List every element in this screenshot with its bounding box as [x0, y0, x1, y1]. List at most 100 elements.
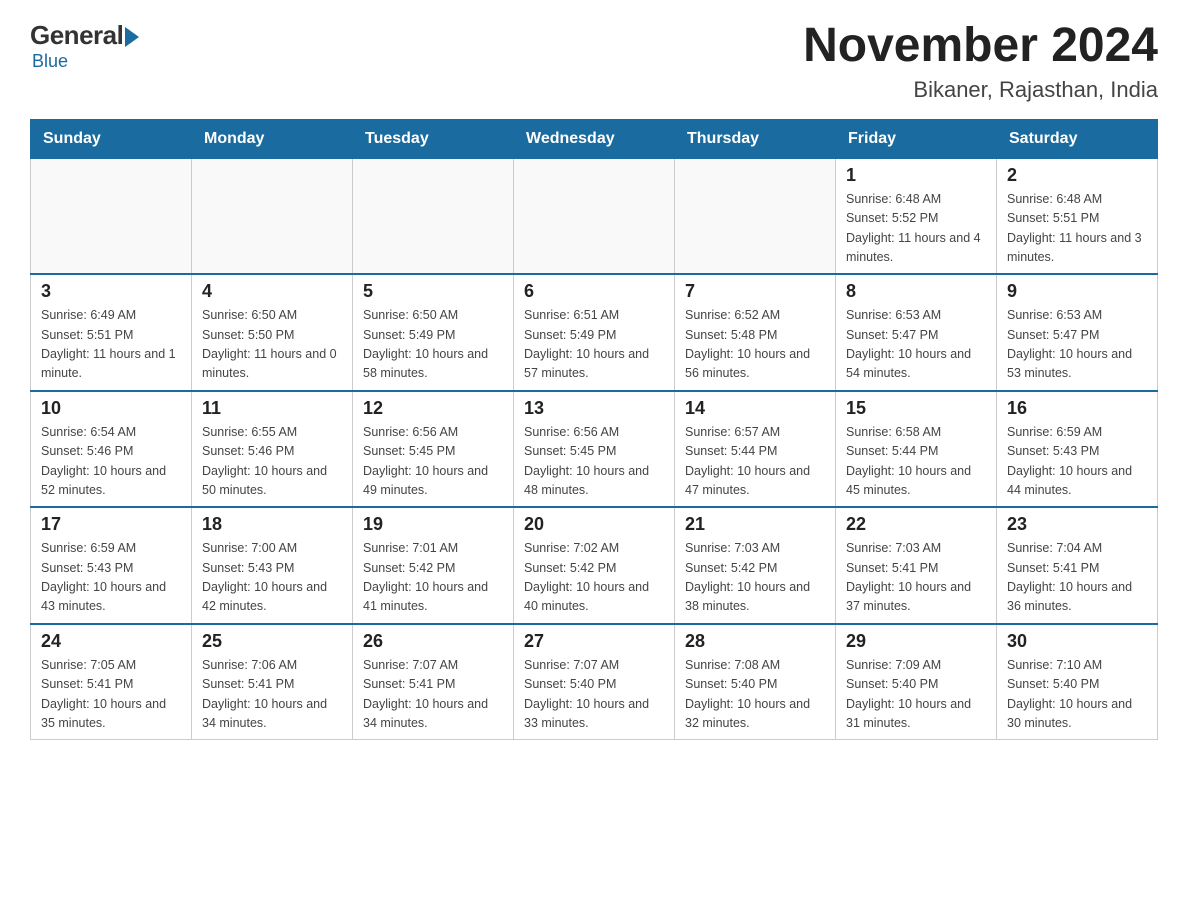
calendar-cell: 20Sunrise: 7:02 AMSunset: 5:42 PMDayligh…	[514, 507, 675, 624]
calendar-cell: 6 Sunrise: 6:51 AMSunset: 5:49 PMDaylight…	[514, 274, 675, 391]
header-sunday: Sunday	[31, 119, 192, 158]
day-number: 9	[1007, 281, 1147, 302]
calendar-cell: 9 Sunrise: 6:53 AMSunset: 5:47 PMDaylight…	[997, 274, 1158, 391]
day-info: Sunrise: 6:56 AMSunset: 5:45 PMDaylight:…	[524, 423, 664, 501]
day-info: Sunrise: 6:51 AMSunset: 5:49 PMDaylight:…	[524, 306, 664, 384]
day-number: 12	[363, 398, 503, 419]
day-info: Sunrise: 7:03 AMSunset: 5:42 PMDaylight:…	[685, 539, 825, 617]
day-info: Sunrise: 6:50 AMSunset: 5:50 PMDaylight:…	[202, 306, 342, 384]
day-info: Sunrise: 7:04 AMSunset: 5:41 PMDaylight:…	[1007, 539, 1147, 617]
header-saturday: Saturday	[997, 119, 1158, 158]
header-thursday: Thursday	[675, 119, 836, 158]
day-info: Sunrise: 6:52 AMSunset: 5:48 PMDaylight:…	[685, 306, 825, 384]
day-info: Sunrise: 7:08 AMSunset: 5:40 PMDaylight:…	[685, 656, 825, 734]
day-info: Sunrise: 6:49 AMSunset: 5:51 PMDaylight:…	[41, 306, 181, 384]
calendar-cell: 7 Sunrise: 6:52 AMSunset: 5:48 PMDaylight…	[675, 274, 836, 391]
day-info: Sunrise: 6:48 AMSunset: 5:52 PMDaylight:…	[846, 190, 986, 268]
day-number: 23	[1007, 514, 1147, 535]
calendar-cell: 13 Sunrise: 6:56 AMSunset: 5:45 PMDayligh…	[514, 391, 675, 508]
day-number: 3	[41, 281, 181, 302]
calendar-cell: 11Sunrise: 6:55 AMSunset: 5:46 PMDayligh…	[192, 391, 353, 508]
day-info: Sunrise: 6:59 AMSunset: 5:43 PMDaylight:…	[1007, 423, 1147, 501]
calendar-cell	[192, 158, 353, 274]
day-number: 5	[363, 281, 503, 302]
calendar-week-row: 1 Sunrise: 6:48 AMSunset: 5:52 PMDaylight…	[31, 158, 1158, 274]
calendar-cell: 26Sunrise: 7:07 AMSunset: 5:41 PMDayligh…	[353, 624, 514, 740]
day-number: 7	[685, 281, 825, 302]
calendar-title-block: November 2024 Bikaner, Rajasthan, India	[803, 20, 1158, 103]
page-header: General Blue November 2024 Bikaner, Raja…	[30, 20, 1158, 103]
calendar-cell: 5Sunrise: 6:50 AMSunset: 5:49 PMDaylight…	[353, 274, 514, 391]
calendar-cell: 17 Sunrise: 6:59 AMSunset: 5:43 PMDayligh…	[31, 507, 192, 624]
calendar-cell: 12 Sunrise: 6:56 AMSunset: 5:45 PMDayligh…	[353, 391, 514, 508]
day-number: 22	[846, 514, 986, 535]
day-number: 26	[363, 631, 503, 652]
logo-general-text: General	[30, 20, 123, 51]
calendar-cell: 3 Sunrise: 6:49 AMSunset: 5:51 PMDaylight…	[31, 274, 192, 391]
day-info: Sunrise: 6:53 AMSunset: 5:47 PMDaylight:…	[1007, 306, 1147, 384]
day-info: Sunrise: 6:59 AMSunset: 5:43 PMDaylight:…	[41, 539, 181, 617]
day-info: Sunrise: 7:05 AMSunset: 5:41 PMDaylight:…	[41, 656, 181, 734]
calendar-cell: 28 Sunrise: 7:08 AMSunset: 5:40 PMDayligh…	[675, 624, 836, 740]
day-number: 10	[41, 398, 181, 419]
day-number: 27	[524, 631, 664, 652]
day-number: 19	[363, 514, 503, 535]
day-number: 14	[685, 398, 825, 419]
day-info: Sunrise: 7:07 AMSunset: 5:40 PMDaylight:…	[524, 656, 664, 734]
day-number: 8	[846, 281, 986, 302]
day-number: 13	[524, 398, 664, 419]
header-tuesday: Tuesday	[353, 119, 514, 158]
calendar-cell: 16 Sunrise: 6:59 AMSunset: 5:43 PMDayligh…	[997, 391, 1158, 508]
calendar-cell: 21Sunrise: 7:03 AMSunset: 5:42 PMDayligh…	[675, 507, 836, 624]
calendar-cell	[514, 158, 675, 274]
day-number: 11	[202, 398, 342, 419]
calendar-cell: 18 Sunrise: 7:00 AMSunset: 5:43 PMDayligh…	[192, 507, 353, 624]
day-info: Sunrise: 7:03 AMSunset: 5:41 PMDaylight:…	[846, 539, 986, 617]
day-number: 1	[846, 165, 986, 186]
day-info: Sunrise: 6:58 AMSunset: 5:44 PMDaylight:…	[846, 423, 986, 501]
calendar-cell: 25Sunrise: 7:06 AMSunset: 5:41 PMDayligh…	[192, 624, 353, 740]
day-info: Sunrise: 7:02 AMSunset: 5:42 PMDaylight:…	[524, 539, 664, 617]
day-number: 18	[202, 514, 342, 535]
calendar-cell: 24 Sunrise: 7:05 AMSunset: 5:41 PMDayligh…	[31, 624, 192, 740]
calendar-cell: 30 Sunrise: 7:10 AMSunset: 5:40 PMDayligh…	[997, 624, 1158, 740]
calendar-cell: 27 Sunrise: 7:07 AMSunset: 5:40 PMDayligh…	[514, 624, 675, 740]
calendar-week-row: 3 Sunrise: 6:49 AMSunset: 5:51 PMDaylight…	[31, 274, 1158, 391]
day-number: 2	[1007, 165, 1147, 186]
calendar-subtitle: Bikaner, Rajasthan, India	[803, 77, 1158, 103]
day-number: 25	[202, 631, 342, 652]
day-info: Sunrise: 6:57 AMSunset: 5:44 PMDaylight:…	[685, 423, 825, 501]
day-info: Sunrise: 6:54 AMSunset: 5:46 PMDaylight:…	[41, 423, 181, 501]
day-info: Sunrise: 7:00 AMSunset: 5:43 PMDaylight:…	[202, 539, 342, 617]
day-number: 29	[846, 631, 986, 652]
header-wednesday: Wednesday	[514, 119, 675, 158]
calendar-cell: 1 Sunrise: 6:48 AMSunset: 5:52 PMDaylight…	[836, 158, 997, 274]
calendar-cell: 23 Sunrise: 7:04 AMSunset: 5:41 PMDayligh…	[997, 507, 1158, 624]
day-info: Sunrise: 6:53 AMSunset: 5:47 PMDaylight:…	[846, 306, 986, 384]
day-info: Sunrise: 7:09 AMSunset: 5:40 PMDaylight:…	[846, 656, 986, 734]
header-monday: Monday	[192, 119, 353, 158]
day-number: 4	[202, 281, 342, 302]
header-friday: Friday	[836, 119, 997, 158]
calendar-cell: 15 Sunrise: 6:58 AMSunset: 5:44 PMDayligh…	[836, 391, 997, 508]
calendar-table: SundayMondayTuesdayWednesdayThursdayFrid…	[30, 119, 1158, 741]
day-number: 17	[41, 514, 181, 535]
calendar-title: November 2024	[803, 20, 1158, 73]
calendar-week-row: 17 Sunrise: 6:59 AMSunset: 5:43 PMDayligh…	[31, 507, 1158, 624]
day-info: Sunrise: 6:48 AMSunset: 5:51 PMDaylight:…	[1007, 190, 1147, 268]
calendar-cell: 22 Sunrise: 7:03 AMSunset: 5:41 PMDayligh…	[836, 507, 997, 624]
logo: General Blue	[30, 20, 139, 72]
day-info: Sunrise: 6:56 AMSunset: 5:45 PMDaylight:…	[363, 423, 503, 501]
calendar-cell	[675, 158, 836, 274]
calendar-cell: 10 Sunrise: 6:54 AMSunset: 5:46 PMDayligh…	[31, 391, 192, 508]
day-number: 16	[1007, 398, 1147, 419]
day-info: Sunrise: 7:10 AMSunset: 5:40 PMDaylight:…	[1007, 656, 1147, 734]
day-number: 24	[41, 631, 181, 652]
day-number: 30	[1007, 631, 1147, 652]
day-number: 6	[524, 281, 664, 302]
calendar-cell: 2 Sunrise: 6:48 AMSunset: 5:51 PMDaylight…	[997, 158, 1158, 274]
calendar-cell	[31, 158, 192, 274]
day-number: 28	[685, 631, 825, 652]
day-number: 15	[846, 398, 986, 419]
logo-blue-text: Blue	[32, 51, 68, 72]
